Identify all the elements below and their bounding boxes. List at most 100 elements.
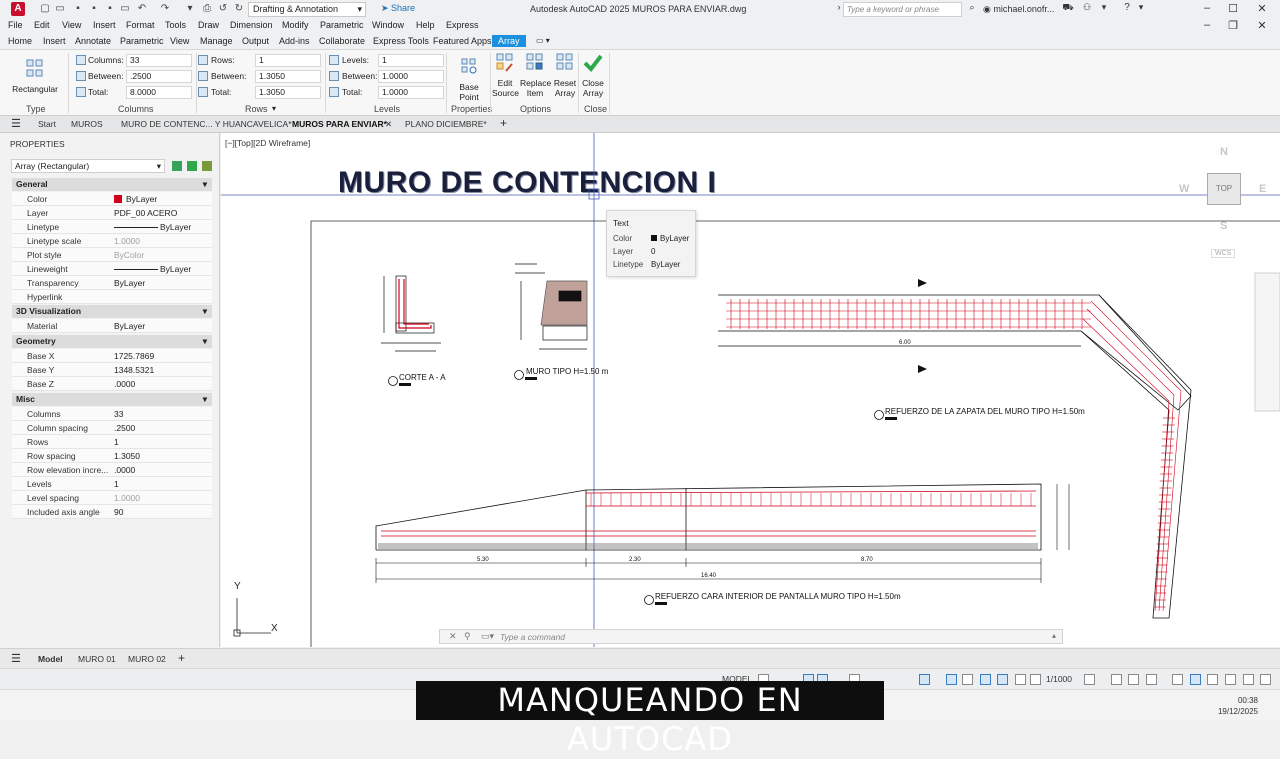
property-row[interactable]: Row elevation incre... .0000 (12, 463, 212, 477)
open-file-icon[interactable]: ▭ (55, 3, 65, 15)
command-input[interactable]: Type a command (500, 632, 565, 642)
ribbon-options-icon[interactable]: ▭ ▾ (536, 36, 550, 45)
tab-express-tools[interactable]: Express Tools (373, 36, 429, 46)
level-total-input[interactable]: 1.0000 (378, 86, 444, 99)
menu-format[interactable]: Format (126, 20, 155, 30)
property-row[interactable]: Base Y 1348.5321 (12, 363, 212, 377)
menu-tools[interactable]: Tools (165, 20, 186, 30)
menu-parametric[interactable]: Parametric (320, 20, 364, 30)
label-corte[interactable]: CORTE A - A (399, 373, 446, 382)
tab-featured-apps[interactable]: Featured Apps (433, 36, 492, 46)
property-row[interactable]: Linetype ByLayer (12, 220, 212, 234)
section-geometry[interactable]: Geometry ▾ (12, 335, 212, 348)
property-row[interactable]: Base X 1725.7869 (12, 349, 212, 363)
section-3d-visualization[interactable]: 3D Visualization ▾ (12, 305, 212, 318)
property-value[interactable]: 1725.7869 (114, 349, 154, 363)
base-point-button[interactable]: Base Point (449, 56, 489, 102)
section-misc[interactable]: Misc ▾ (12, 393, 212, 406)
units-icon[interactable] (1128, 674, 1139, 685)
property-value[interactable]: ByLayer (126, 192, 157, 206)
menu-dimension[interactable]: Dimension (230, 20, 273, 30)
property-row[interactable]: Rows 1 (12, 435, 212, 449)
undo-small-icon[interactable]: ↺ (218, 3, 228, 15)
maximize-icon[interactable]: ☐ (1226, 2, 1240, 15)
doc-minimize-icon[interactable]: – (1200, 19, 1214, 31)
doc-restore-icon[interactable]: ❐ (1226, 19, 1240, 32)
user-account[interactable]: ◉ michael.onofr... (983, 4, 1054, 15)
signin-icon[interactable]: ⚇ (1080, 2, 1094, 13)
save-all-icon[interactable]: ▪ (105, 3, 115, 15)
property-value[interactable]: 1 (114, 477, 119, 491)
property-row[interactable]: Lineweight ByLayer (12, 262, 212, 276)
drawing-canvas[interactable]: [−][Top][2D Wireframe] MURO DE CONTENCIO… (221, 133, 1280, 647)
property-value[interactable]: 33 (114, 407, 123, 421)
menu-express[interactable]: Express (446, 20, 479, 30)
workspace-select[interactable]: Drafting & Annotation ▾ (248, 2, 366, 17)
minimize-icon[interactable]: – (1200, 2, 1214, 14)
qa-dropdown-icon[interactable]: ▾ (185, 3, 195, 15)
tab-manage[interactable]: Manage (200, 36, 233, 46)
property-value[interactable]: .0000 (114, 463, 135, 477)
property-value[interactable]: ByLayer (160, 262, 191, 276)
layout-tab-muro-01[interactable]: MURO 01 (78, 654, 116, 664)
expand-icon[interactable]: ▴ (1052, 631, 1056, 640)
rectangular-button[interactable]: Rectangular (10, 58, 60, 94)
levels-input[interactable]: 1 (378, 54, 444, 67)
tab-output[interactable]: Output (242, 36, 269, 46)
property-value[interactable]: ByLayer (114, 276, 145, 290)
menu-window[interactable]: Window (372, 20, 404, 30)
viewcube-top-face[interactable]: TOP (1207, 173, 1241, 205)
menu-modify[interactable]: Modify (282, 20, 309, 30)
property-value[interactable]: 1348.5321 (114, 363, 154, 377)
doc-tab-muros-para-enviar[interactable]: MUROS PARA ENVIAR* (292, 119, 387, 129)
lock-ui-icon[interactable] (1172, 674, 1183, 685)
close-icon[interactable]: ✕ (449, 631, 457, 642)
lineweight-icon[interactable] (946, 674, 957, 685)
layout-menu-icon[interactable]: ☰ (11, 652, 21, 665)
tab-addins[interactable]: Add-ins (279, 36, 310, 46)
rows-input[interactable]: 1 (255, 54, 321, 67)
share-button[interactable]: ➤ Share (381, 3, 415, 14)
layout-tab-model[interactable]: Model (38, 654, 63, 664)
menu-view[interactable]: View (62, 20, 81, 30)
column-total-input[interactable]: 8.0000 (126, 86, 192, 99)
new-layout-icon[interactable]: + (178, 651, 185, 665)
label-refuerzo-pantalla[interactable]: REFUERZO CARA INTERIOR DE PANTALLA MURO … (655, 592, 901, 601)
recent-commands-icon[interactable]: ▭▾ (481, 631, 494, 642)
plot-icon[interactable]: ⎙ (202, 3, 212, 15)
property-value[interactable]: 1.3050 (114, 449, 140, 463)
tab-view[interactable]: View (170, 36, 189, 46)
dropdown-icon[interactable]: ▾ (1097, 2, 1111, 13)
workspace-icon[interactable] (1084, 674, 1095, 685)
tab-annotate[interactable]: Annotate (75, 36, 111, 46)
transparency-icon[interactable] (962, 674, 973, 685)
label-muro-tipo[interactable]: MURO TIPO H=1.50 m (526, 367, 608, 376)
doc-tab-plano-diciembre[interactable]: PLANO DICIEMBRE* (405, 119, 487, 129)
hamburger-menu-icon[interactable]: ☰ (11, 117, 21, 130)
isolate-icon[interactable] (980, 674, 991, 685)
new-file-icon[interactable]: ▢ (40, 3, 50, 15)
property-row[interactable]: Column spacing .2500 (12, 421, 212, 435)
property-row[interactable]: Hyperlink (12, 290, 212, 304)
doc-tab-close-icon[interactable]: ✕ (385, 119, 392, 130)
layout-tab-muro-02[interactable]: MURO 02 (128, 654, 166, 664)
menu-help[interactable]: Help (416, 20, 435, 30)
graphics-icon[interactable] (1225, 674, 1236, 685)
property-row[interactable]: Linetype scale 1.0000 (12, 234, 212, 248)
property-row[interactable]: Levels 1 (12, 477, 212, 491)
toggle-pickadd-icon[interactable] (172, 161, 182, 171)
help-dropdown-icon[interactable]: ▾ (1134, 2, 1148, 13)
property-row[interactable]: Layer PDF_00 ACERO (12, 206, 212, 220)
tab-array[interactable]: Array (492, 35, 526, 47)
clean-screen-icon[interactable] (1207, 674, 1218, 685)
reset-array-button[interactable]: Reset Array (552, 52, 578, 98)
row-between-input[interactable]: 1.3050 (255, 70, 321, 83)
property-value[interactable]: 1.0000 (114, 491, 140, 505)
property-value[interactable]: 1 (114, 435, 119, 449)
doc-close-icon[interactable]: ✕ (1255, 19, 1269, 32)
edit-source-button[interactable]: Edit Source (492, 52, 519, 98)
columns-input[interactable]: 33 (126, 54, 192, 67)
fullscreen-icon[interactable] (1243, 674, 1254, 685)
quick-select-icon[interactable] (202, 161, 212, 171)
save-icon[interactable]: ▪ (73, 3, 83, 15)
